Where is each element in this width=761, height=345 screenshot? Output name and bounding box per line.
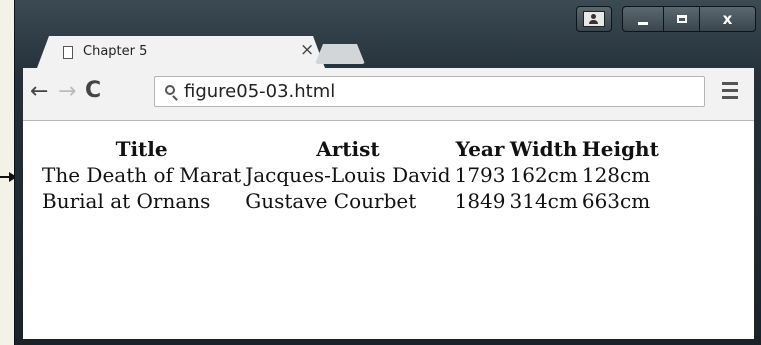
header-height: Height	[581, 137, 659, 161]
window-controls: x	[576, 6, 756, 32]
menu-icon[interactable]	[722, 82, 738, 103]
table-row: The Death of Marat Jacques-Louis David 1…	[41, 163, 660, 187]
forward-arrow-icon[interactable]: →	[58, 81, 76, 103]
user-icon	[583, 11, 605, 27]
cell-width: 314cm	[509, 189, 578, 213]
header-title: Title	[115, 137, 168, 161]
cell-artist: Gustave Courbet	[245, 189, 417, 213]
new-tab-button[interactable]	[315, 44, 365, 64]
back-arrow-icon[interactable]: ←	[30, 81, 48, 103]
browser-toolbar: ← → C figure05-03.html	[23, 68, 754, 121]
cell-title: The Death of Marat	[42, 163, 242, 187]
table-header-row: Title Artist Year Width Height	[41, 137, 660, 161]
address-bar[interactable]: figure05-03.html	[154, 76, 705, 107]
cell-artist: Jacques-Louis David	[245, 163, 451, 187]
close-window-button[interactable]: x	[700, 6, 756, 32]
maximize-icon	[676, 15, 687, 23]
browser-window: x Chapter 5 × ← → C figure05-03.html Tit…	[14, 0, 761, 345]
minimize-icon	[638, 21, 648, 25]
page-content: Title Artist Year Width Height The Death…	[23, 121, 754, 339]
cell-width: 162cm	[509, 163, 578, 187]
table-row: Burial at Ornans Gustave Courbet 1849 31…	[41, 189, 660, 213]
artworks-table: Title Artist Year Width Height The Death…	[39, 135, 662, 215]
header-year: Year	[455, 137, 505, 161]
header-artist: Artist	[316, 137, 380, 161]
cell-year: 1793	[454, 163, 506, 187]
tab-chapter-5[interactable]: Chapter 5 ×	[37, 36, 325, 68]
close-icon: x	[722, 9, 733, 28]
tab-close-button[interactable]: ×	[300, 42, 314, 59]
cell-height: 128cm	[581, 163, 651, 187]
tab-title: Chapter 5	[83, 44, 148, 59]
reload-icon[interactable]: C	[85, 80, 101, 102]
cell-title: Burial at Ornans	[42, 189, 211, 213]
maximize-button[interactable]	[664, 6, 700, 32]
search-icon	[165, 85, 175, 95]
cell-height: 663cm	[581, 189, 651, 213]
url-text[interactable]: figure05-03.html	[184, 81, 335, 102]
cell-year: 1849	[454, 189, 506, 213]
document-icon	[63, 46, 73, 59]
user-profile-button[interactable]	[576, 6, 612, 32]
header-width: Width	[509, 137, 578, 161]
minimize-button[interactable]	[622, 6, 664, 32]
